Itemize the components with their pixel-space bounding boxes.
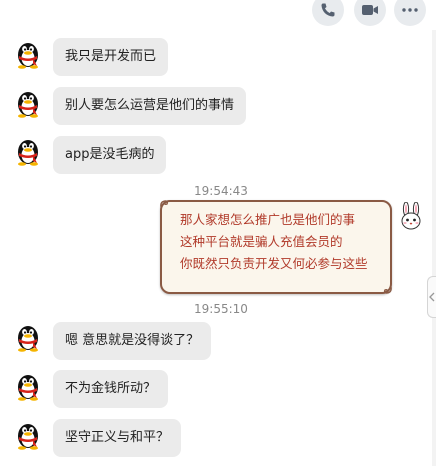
friend-message-bubble[interactable]: app是没毛病的 — [53, 136, 167, 174]
friend-message-bubble[interactable]: 别人要怎么运营是他们的事情 — [53, 87, 247, 125]
friend-avatar[interactable] — [13, 371, 43, 401]
video-call-button[interactable] — [354, 0, 386, 26]
scroll-curl-decoration — [160, 200, 169, 208]
friend-avatar[interactable] — [13, 136, 43, 166]
friend-message-bubble[interactable]: 不为金钱所动？ — [53, 370, 169, 408]
friend-message-bubble[interactable]: 我只是开发而已 — [53, 38, 169, 76]
video-camera-icon — [362, 5, 378, 15]
friend-avatar[interactable] — [13, 39, 43, 69]
voice-call-button[interactable] — [312, 0, 344, 26]
qq-penguin-icon — [18, 140, 38, 166]
qq-penguin-icon — [18, 326, 38, 352]
scrollbar-track[interactable] — [432, 30, 436, 466]
scroll-curl-decoration — [383, 286, 392, 294]
more-options-button[interactable] — [394, 0, 426, 26]
my-avatar[interactable] — [398, 201, 424, 232]
qq-penguin-icon — [18, 43, 38, 69]
more-icon — [402, 8, 418, 12]
message-timestamp: 19:54:43 — [194, 184, 248, 198]
phone-icon — [321, 3, 335, 17]
rabbit-avatar-icon — [401, 201, 421, 230]
qq-penguin-icon — [18, 375, 38, 401]
friend-message-bubble[interactable]: 坚守正义与和平？ — [53, 419, 182, 457]
my-message-bubble[interactable]: 那人家想怎么推广也是他们的事 这种平台就是骗人充值会员的 你既然只负责开发又何必… — [160, 200, 392, 294]
side-panel-toggle[interactable] — [427, 276, 436, 318]
friend-message-bubble[interactable]: 嗯 意思就是没得谈了？ — [53, 322, 212, 360]
chat-toolbar — [0, 0, 436, 28]
chevron-left-icon — [429, 292, 435, 302]
message-line: 那人家想怎么推广也是他们的事 — [180, 212, 356, 227]
message-line: 你既然只负责开发又何必参与这些 — [180, 256, 368, 271]
friend-avatar[interactable] — [13, 322, 43, 352]
friend-avatar[interactable] — [13, 88, 43, 118]
friend-avatar[interactable] — [13, 420, 43, 450]
qq-penguin-icon — [18, 92, 38, 118]
message-timestamp: 19:55:10 — [194, 302, 248, 316]
message-line: 这种平台就是骗人充值会员的 — [180, 234, 343, 249]
qq-penguin-icon — [18, 424, 38, 450]
